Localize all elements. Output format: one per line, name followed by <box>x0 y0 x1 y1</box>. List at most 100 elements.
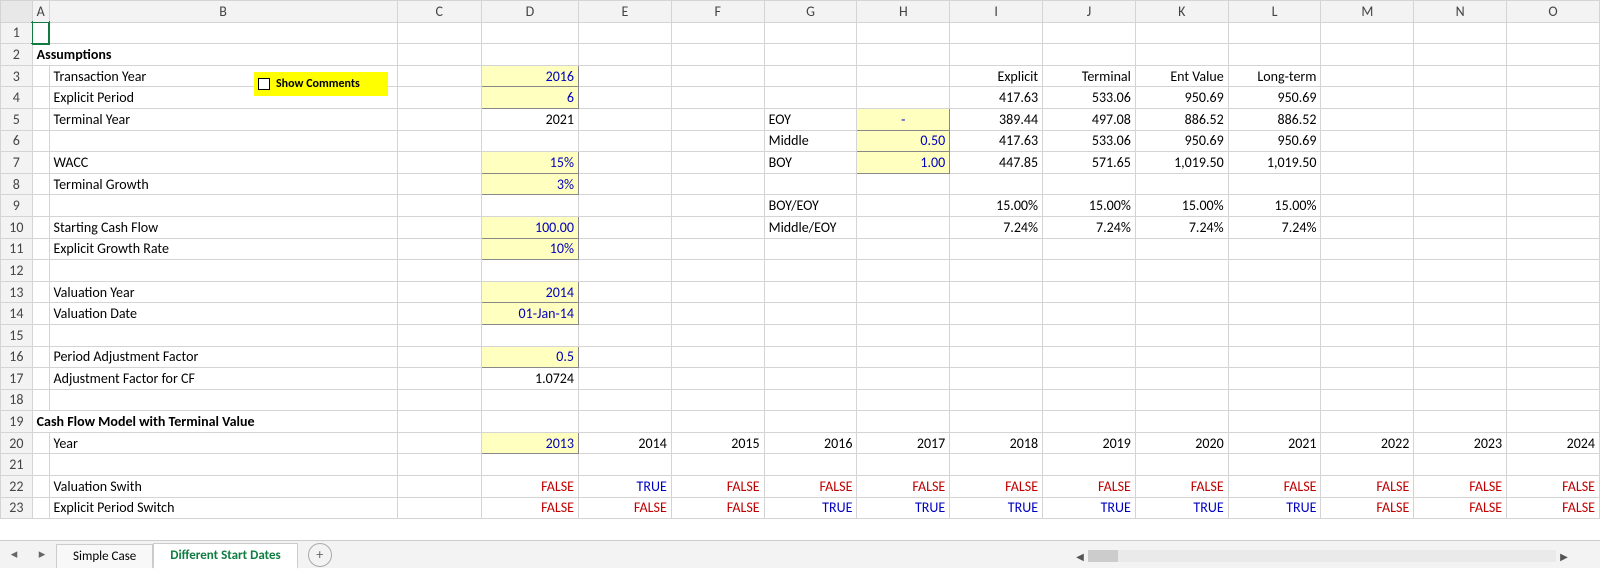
input-cell[interactable]: 01-Jan-14 <box>481 303 578 325</box>
table-row[interactable]: 13 Valuation Year 2014 <box>1 281 1600 303</box>
value-cell[interactable]: 950.69 <box>1135 87 1228 109</box>
row-header[interactable]: 21 <box>1 454 33 476</box>
value-cell[interactable]: FALSE <box>1135 476 1228 498</box>
value-cell[interactable]: FALSE <box>481 497 578 519</box>
table-row[interactable]: 18 <box>1 389 1600 411</box>
value-cell[interactable]: FALSE <box>857 476 950 498</box>
row-header[interactable]: 6 <box>1 130 33 152</box>
value-cell[interactable]: 2021 <box>1228 432 1321 454</box>
value-cell[interactable]: 447.85 <box>950 152 1043 174</box>
table-row[interactable]: 16 Period Adjustment Factor 0.5 <box>1 346 1600 368</box>
col-header[interactable]: L <box>1228 1 1321 23</box>
value-cell[interactable]: FALSE <box>481 476 578 498</box>
value-cell[interactable]: 2019 <box>1043 432 1136 454</box>
add-sheet-icon[interactable]: + <box>308 543 332 567</box>
value-cell[interactable]: FALSE <box>671 497 764 519</box>
table-row[interactable]: 21 <box>1 454 1600 476</box>
input-cell[interactable]: - <box>857 108 950 130</box>
row-header[interactable]: 13 <box>1 281 33 303</box>
col-header[interactable]: I <box>950 1 1043 23</box>
column-header-row[interactable]: A B C D E F G H I J K L M N O <box>1 1 1600 23</box>
col-header[interactable]: N <box>1414 1 1507 23</box>
col-header[interactable]: K <box>1135 1 1228 23</box>
input-cell[interactable]: 6 <box>481 87 578 109</box>
row-header[interactable]: 5 <box>1 108 33 130</box>
row-header[interactable]: 1 <box>1 22 33 44</box>
table-row[interactable]: 15 <box>1 324 1600 346</box>
value-cell[interactable]: 2017 <box>857 432 950 454</box>
row-header[interactable]: 2 <box>1 44 33 66</box>
scroll-thumb[interactable] <box>1088 550 1118 562</box>
scroll-left-icon[interactable]: ◀ <box>1072 550 1088 563</box>
row-header[interactable]: 7 <box>1 152 33 174</box>
value-cell[interactable]: 7.24% <box>1228 216 1321 238</box>
show-comments-toggle[interactable]: Show Comments <box>254 72 388 96</box>
table-row[interactable]: 9 BOY/EOY 15.00% 15.00% 15.00% 15.00% <box>1 195 1600 217</box>
value-cell[interactable]: TRUE <box>578 476 671 498</box>
value-cell[interactable]: 15.00% <box>1135 195 1228 217</box>
value-cell[interactable]: 2016 <box>764 432 857 454</box>
input-cell[interactable]: 2014 <box>481 281 578 303</box>
col-header[interactable]: B <box>49 1 397 23</box>
value-cell[interactable]: FALSE <box>1321 476 1414 498</box>
input-cell[interactable]: 2013 <box>481 432 578 454</box>
table-row[interactable]: 22 Valuation Swith FALSE TRUE FALSE FALS… <box>1 476 1600 498</box>
value-cell[interactable]: 886.52 <box>1228 108 1321 130</box>
value-cell[interactable]: FALSE <box>578 497 671 519</box>
value-cell[interactable]: 417.63 <box>950 130 1043 152</box>
row-header[interactable]: 11 <box>1 238 33 260</box>
value-cell[interactable]: FALSE <box>950 476 1043 498</box>
table-row[interactable]: 3 Transaction Year 2016 Explicit Termina… <box>1 65 1600 87</box>
table-row[interactable]: 11 Explicit Growth Rate 10% <box>1 238 1600 260</box>
row-header[interactable]: 14 <box>1 303 33 325</box>
value-cell[interactable]: 417.63 <box>950 87 1043 109</box>
row-header[interactable]: 16 <box>1 346 33 368</box>
input-cell[interactable]: 0.5 <box>481 346 578 368</box>
value-cell[interactable]: TRUE <box>950 497 1043 519</box>
row-header[interactable]: 4 <box>1 87 33 109</box>
value-cell[interactable]: 950.69 <box>1135 130 1228 152</box>
table-row[interactable]: 23 Explicit Period Switch FALSE FALSE FA… <box>1 497 1600 519</box>
input-cell[interactable]: 0.50 <box>857 130 950 152</box>
row-header[interactable]: 20 <box>1 432 33 454</box>
value-cell[interactable]: FALSE <box>1507 476 1600 498</box>
input-cell[interactable]: 3% <box>481 173 578 195</box>
value-cell[interactable]: 571.65 <box>1043 152 1136 174</box>
table-row[interactable]: 17 Adjustment Factor for CF 1.0724 <box>1 368 1600 390</box>
col-header[interactable]: D <box>481 1 578 23</box>
value-cell[interactable]: FALSE <box>1507 497 1600 519</box>
table-row[interactable]: 4 Explicit Period 6 417.63 533.06 950.69… <box>1 87 1600 109</box>
table-row[interactable]: 12 <box>1 260 1600 282</box>
value-cell[interactable]: 2023 <box>1414 432 1507 454</box>
tab-simple-case[interactable]: Simple Case <box>56 544 153 568</box>
input-cell[interactable]: 1.00 <box>857 152 950 174</box>
scroll-right-icon[interactable]: ▶ <box>1556 550 1572 563</box>
value-cell[interactable]: 2022 <box>1321 432 1414 454</box>
input-cell[interactable]: 2016 <box>481 65 578 87</box>
tab-nav-next-icon[interactable]: ▸ <box>28 547 56 562</box>
col-header[interactable]: G <box>764 1 857 23</box>
row-header[interactable]: 23 <box>1 497 33 519</box>
value-cell[interactable]: 15.00% <box>1043 195 1136 217</box>
table-row[interactable]: 1 <box>1 22 1600 44</box>
value-cell[interactable]: FALSE <box>1321 497 1414 519</box>
col-header[interactable]: A <box>32 1 49 23</box>
tab-nav-prev-icon[interactable]: ◂ <box>0 547 28 562</box>
table-row[interactable]: 10 Starting Cash Flow 100.00 Middle/EOY … <box>1 216 1600 238</box>
value-cell[interactable]: 7.24% <box>950 216 1043 238</box>
value-cell[interactable]: TRUE <box>1228 497 1321 519</box>
row-header[interactable]: 18 <box>1 389 33 411</box>
value-cell[interactable]: 950.69 <box>1228 87 1321 109</box>
value-cell[interactable]: 2021 <box>481 108 578 130</box>
value-cell[interactable]: 2014 <box>578 432 671 454</box>
row-header[interactable]: 17 <box>1 368 33 390</box>
value-cell[interactable]: TRUE <box>1135 497 1228 519</box>
table-row[interactable]: 20 Year 2013 2014 2015 2016 2017 2018 20… <box>1 432 1600 454</box>
select-all-corner[interactable] <box>1 1 33 23</box>
value-cell[interactable]: FALSE <box>764 476 857 498</box>
table-row[interactable]: 2 Assumptions <box>1 44 1600 66</box>
row-header[interactable]: 19 <box>1 411 33 433</box>
col-header[interactable]: F <box>671 1 764 23</box>
value-cell[interactable]: 7.24% <box>1135 216 1228 238</box>
value-cell[interactable]: 886.52 <box>1135 108 1228 130</box>
